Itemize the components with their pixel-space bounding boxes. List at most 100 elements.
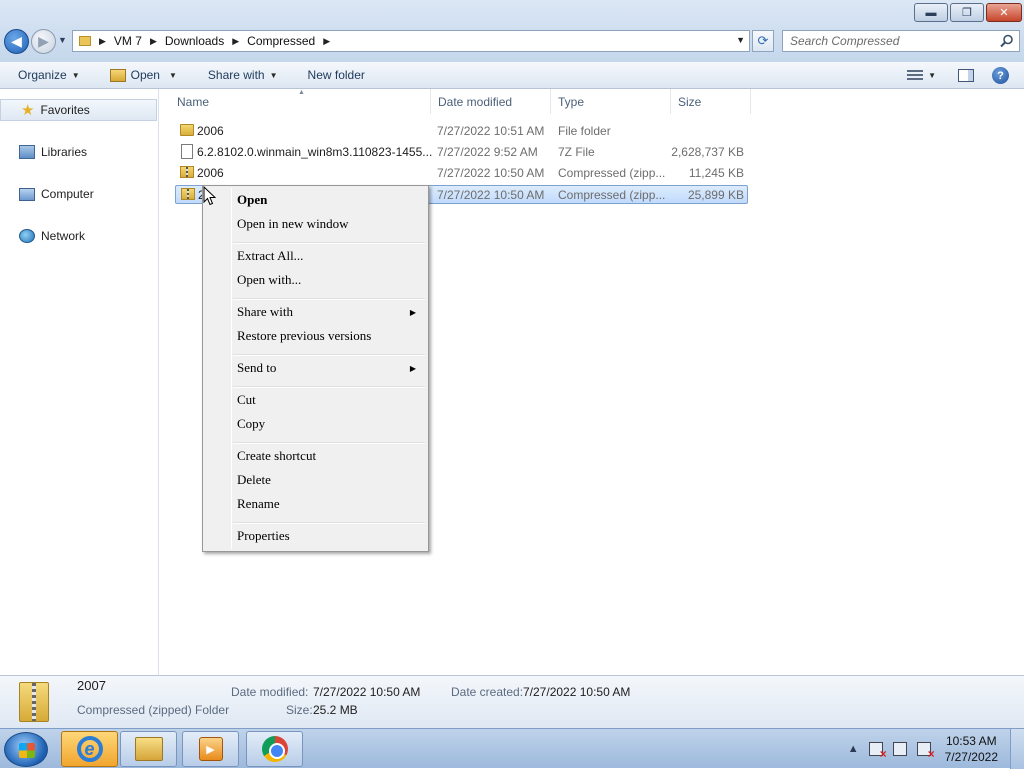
- file-size: 25,899 KB: [687, 188, 744, 202]
- menu-separator: [233, 298, 425, 300]
- menu-item-copy[interactable]: Copy: [237, 415, 265, 433]
- chevron-right-icon[interactable]: ▶: [323, 36, 330, 47]
- details-type: Compressed (zipped) Folder: [77, 703, 230, 717]
- command-bar-right: ▼ ?: [907, 62, 1024, 89]
- search-box[interactable]: [782, 30, 1020, 52]
- command-bar: Organize ▼ Open ▼ Share with ▼ New folde…: [0, 62, 1024, 89]
- file-date: 7/27/2022 9:52 AM: [437, 145, 538, 159]
- submenu-arrow-icon: ▶: [409, 308, 416, 317]
- libraries-icon: [19, 145, 35, 159]
- new-folder-label: New folder: [307, 68, 365, 82]
- search-icon[interactable]: [1000, 34, 1014, 48]
- address-bar[interactable]: ▶ VM 7 ▶ Downloads ▶ Compressed ▶ ▼: [72, 30, 750, 52]
- share-with-label: Share with: [207, 68, 265, 82]
- taskbar-chrome[interactable]: [246, 731, 303, 767]
- menu-item-open[interactable]: Open: [237, 191, 267, 209]
- file-date: 7/27/2022 10:51 AM: [437, 124, 545, 138]
- breadcrumb-vm7[interactable]: VM 7: [114, 34, 142, 48]
- column-size-label: Size: [678, 94, 702, 109]
- close-button[interactable]: ✕: [986, 3, 1022, 22]
- recent-pages-dropdown[interactable]: ▼: [58, 35, 67, 45]
- libraries-label: Libraries: [41, 145, 88, 159]
- navigation-pane: ★ Favorites Libraries Computer Network: [0, 89, 159, 675]
- clock-time: 10:53 AM: [945, 734, 997, 748]
- menu-item-cut[interactable]: Cut: [237, 391, 256, 409]
- preview-pane-icon[interactable]: [958, 69, 974, 82]
- windows-explorer-icon: [134, 737, 163, 761]
- organize-button[interactable]: Organize ▼: [18, 68, 80, 82]
- action-center-icon[interactable]: [868, 742, 887, 761]
- view-options-dropdown[interactable]: ▼: [928, 71, 936, 80]
- back-button[interactable]: ◀: [4, 29, 29, 54]
- nav-item-computer[interactable]: Computer: [19, 187, 94, 201]
- column-name-label: Name: [177, 94, 210, 109]
- file-date: 7/27/2022 10:50 AM: [437, 188, 545, 202]
- network-label: Network: [41, 229, 86, 243]
- menu-item-create-shortcut[interactable]: Create shortcut: [237, 447, 316, 465]
- internet-explorer-icon: e: [76, 736, 103, 762]
- chevron-right-icon[interactable]: ▶: [150, 36, 157, 47]
- nav-item-network[interactable]: Network: [19, 229, 85, 243]
- network-icon: [19, 229, 35, 243]
- menu-item-rename[interactable]: Rename: [237, 495, 280, 513]
- menu-item-extract-all[interactable]: Extract All...: [237, 247, 303, 265]
- share-with-button[interactable]: Share with ▼: [208, 68, 278, 82]
- nav-item-libraries[interactable]: Libraries: [19, 145, 87, 159]
- menu-item-open-new-window[interactable]: Open in new window: [237, 215, 349, 233]
- menu-item-share-with[interactable]: Share with: [237, 303, 293, 321]
- file-type: 7Z File: [558, 145, 595, 159]
- chevron-down-icon: ▼: [71, 70, 80, 80]
- taskbar-internet-explorer[interactable]: e: [61, 731, 118, 767]
- forward-button[interactable]: ▶: [31, 29, 56, 54]
- nav-item-favorites[interactable]: ★ Favorites: [0, 99, 157, 121]
- help-icon[interactable]: ?: [992, 67, 1009, 84]
- menu-item-delete[interactable]: Delete: [237, 471, 271, 489]
- file-row[interactable]: 2006 7/27/2022 10:50 AM Compressed (zipp…: [175, 164, 748, 183]
- menu-item-send-to[interactable]: Send to: [237, 359, 276, 377]
- column-header-size[interactable]: Size: [671, 89, 751, 114]
- search-input[interactable]: [790, 34, 990, 48]
- open-button[interactable]: Open ▼: [109, 68, 177, 82]
- show-hidden-icons-icon[interactable]: ▲: [848, 743, 859, 755]
- file-row[interactable]: 2006 7/27/2022 10:51 AM File folder: [175, 122, 748, 141]
- menu-item-properties[interactable]: Properties: [237, 527, 290, 545]
- menu-gutter: [231, 188, 232, 549]
- volume-muted-icon[interactable]: [916, 742, 935, 761]
- chevron-right-icon[interactable]: ▶: [232, 36, 239, 47]
- zip-folder-icon: [181, 188, 195, 200]
- taskbar-media-player[interactable]: ▶: [182, 731, 239, 767]
- refresh-button[interactable]: ⟳: [752, 30, 774, 52]
- breadcrumb-downloads[interactable]: Downloads: [165, 34, 224, 48]
- taskbar-windows-explorer[interactable]: [120, 731, 177, 767]
- media-player-icon: ▶: [198, 737, 223, 761]
- address-dropdown-icon[interactable]: ▼: [736, 35, 745, 45]
- start-button[interactable]: [4, 732, 48, 767]
- clock[interactable]: 10:53 AM 7/27/2022: [945, 733, 998, 765]
- new-folder-button[interactable]: New folder: [308, 68, 365, 82]
- change-view-icon[interactable]: [907, 69, 924, 82]
- minimize-button[interactable]: ▬: [914, 3, 948, 22]
- menu-separator: [233, 242, 425, 244]
- chevron-down-icon: ▼: [269, 70, 278, 80]
- organize-label: Organize: [18, 68, 67, 82]
- star-icon: ★: [21, 101, 35, 119]
- file-row[interactable]: 6.2.8102.0.winmain_win8m3.110823-1455...…: [175, 143, 748, 162]
- menu-separator: [233, 522, 425, 524]
- maximize-button[interactable]: ❐: [950, 3, 984, 22]
- submenu-arrow-icon: ▶: [409, 364, 416, 373]
- folder-icon: [79, 36, 91, 46]
- column-header-name[interactable]: Name: [160, 89, 431, 114]
- file-name: 6.2.8102.0.winmain_win8m3.110823-1455...: [197, 145, 433, 159]
- mouse-cursor-icon: [203, 186, 216, 206]
- network-status-icon[interactable]: [892, 742, 907, 756]
- chevron-right-icon[interactable]: ▶: [99, 36, 106, 47]
- column-header-type[interactable]: Type: [551, 89, 671, 114]
- forward-arrow-icon: ▶: [38, 33, 49, 49]
- menu-item-open-with[interactable]: Open with...: [237, 271, 301, 289]
- breadcrumb-compressed[interactable]: Compressed: [247, 34, 315, 48]
- column-header-date-modified[interactable]: Date modified: [431, 89, 551, 114]
- show-desktop-button[interactable]: [1010, 729, 1024, 769]
- menu-item-restore-previous-versions[interactable]: Restore previous versions: [237, 327, 371, 345]
- column-type-label: Type: [558, 94, 585, 109]
- file-name: 2006: [197, 166, 224, 180]
